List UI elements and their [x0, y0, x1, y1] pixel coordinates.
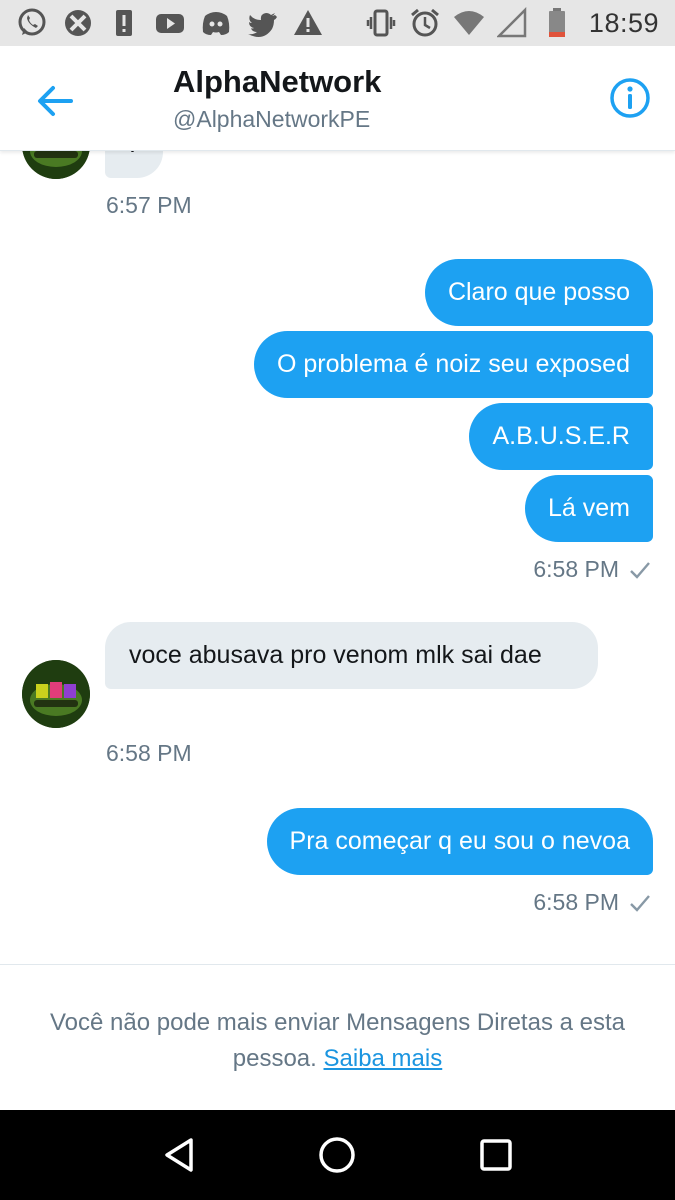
message-bubble-outgoing[interactable]: Pra começar q eu sou o nevoa: [266, 808, 653, 875]
read-check-icon: [629, 893, 651, 913]
message-text: A.B.U.S.E.R: [492, 422, 630, 450]
discord-icon: [200, 7, 232, 39]
message-text: Lá vem: [548, 494, 630, 522]
timestamp-text: 6:58 PM: [533, 889, 619, 915]
message-timestamp: 6:58 PM: [533, 889, 651, 916]
youtube-icon: [154, 7, 186, 39]
status-bar: 18:59: [0, 0, 675, 46]
home-circle-icon: [319, 1137, 356, 1173]
dm-screen: 18:59 AlphaNetwork @AlphaNetworkPE . 6:5…: [0, 0, 675, 1200]
learn-more-link[interactable]: Saiba mais: [324, 1045, 443, 1072]
message-list[interactable]: . 6:57 PM Claro que posso O problema é n…: [0, 151, 675, 964]
timestamp-text: 6:58 PM: [533, 556, 619, 582]
avatar[interactable]: [22, 660, 90, 728]
message-bubble-outgoing[interactable]: A.B.U.S.E.R: [469, 403, 653, 470]
nav-home-button[interactable]: [307, 1125, 367, 1185]
message-timestamp: 6:57 PM: [106, 192, 192, 218]
alarm-icon: [409, 7, 441, 39]
conversation-title[interactable]: AlphaNetwork: [173, 64, 381, 100]
conversation-handle[interactable]: @AlphaNetworkPE: [173, 106, 370, 133]
wifi-icon: [453, 7, 485, 39]
message-timestamp: 6:58 PM: [106, 740, 192, 766]
message-text: Pra começar q eu sou o nevoa: [289, 827, 630, 855]
message-bubble-outgoing[interactable]: O problema é noiz seu exposed: [254, 331, 653, 398]
warning-icon: [292, 7, 324, 39]
back-button[interactable]: [30, 76, 80, 126]
conversation-header: AlphaNetwork @AlphaNetworkPE: [0, 46, 675, 151]
dm-disabled-notice: Você não pode mais enviar Mensagens Dire…: [40, 1005, 635, 1077]
message-bubble-incoming[interactable]: voce abusava pro venom mlk sai dae: [105, 622, 598, 689]
arrow-left-icon: [38, 86, 73, 116]
nav-recents-button[interactable]: [466, 1125, 526, 1185]
battery-icon: [541, 7, 573, 39]
vibrate-icon: [365, 7, 397, 39]
avatar[interactable]: [22, 151, 90, 179]
message-text: .: [129, 151, 136, 158]
message-text: voce abusava pro venom mlk sai dae: [129, 641, 542, 669]
whatsapp-icon: [16, 7, 48, 39]
xbox-icon: [62, 7, 94, 39]
recents-square-icon: [480, 1139, 512, 1171]
message-text: O problema é noiz seu exposed: [277, 350, 630, 378]
message-bubble-outgoing[interactable]: Lá vem: [525, 475, 653, 542]
system-nav-bar: [0, 1110, 675, 1200]
message-timestamp: 6:58 PM: [533, 556, 651, 583]
status-time: 18:59: [588, 7, 659, 38]
message-text: Claro que posso: [447, 278, 630, 306]
back-triangle-icon: [165, 1138, 193, 1172]
read-check-icon: [629, 560, 651, 580]
message-bubble-incoming[interactable]: .: [105, 151, 163, 178]
info-icon: [610, 78, 650, 118]
twitter-icon: [246, 7, 278, 39]
nav-back-button[interactable]: [149, 1125, 209, 1185]
info-button[interactable]: [607, 75, 653, 121]
alert-icon: [108, 7, 140, 39]
signal-icon: [496, 7, 529, 39]
footer-divider: [0, 964, 675, 965]
message-bubble-outgoing[interactable]: Claro que posso: [424, 259, 653, 326]
